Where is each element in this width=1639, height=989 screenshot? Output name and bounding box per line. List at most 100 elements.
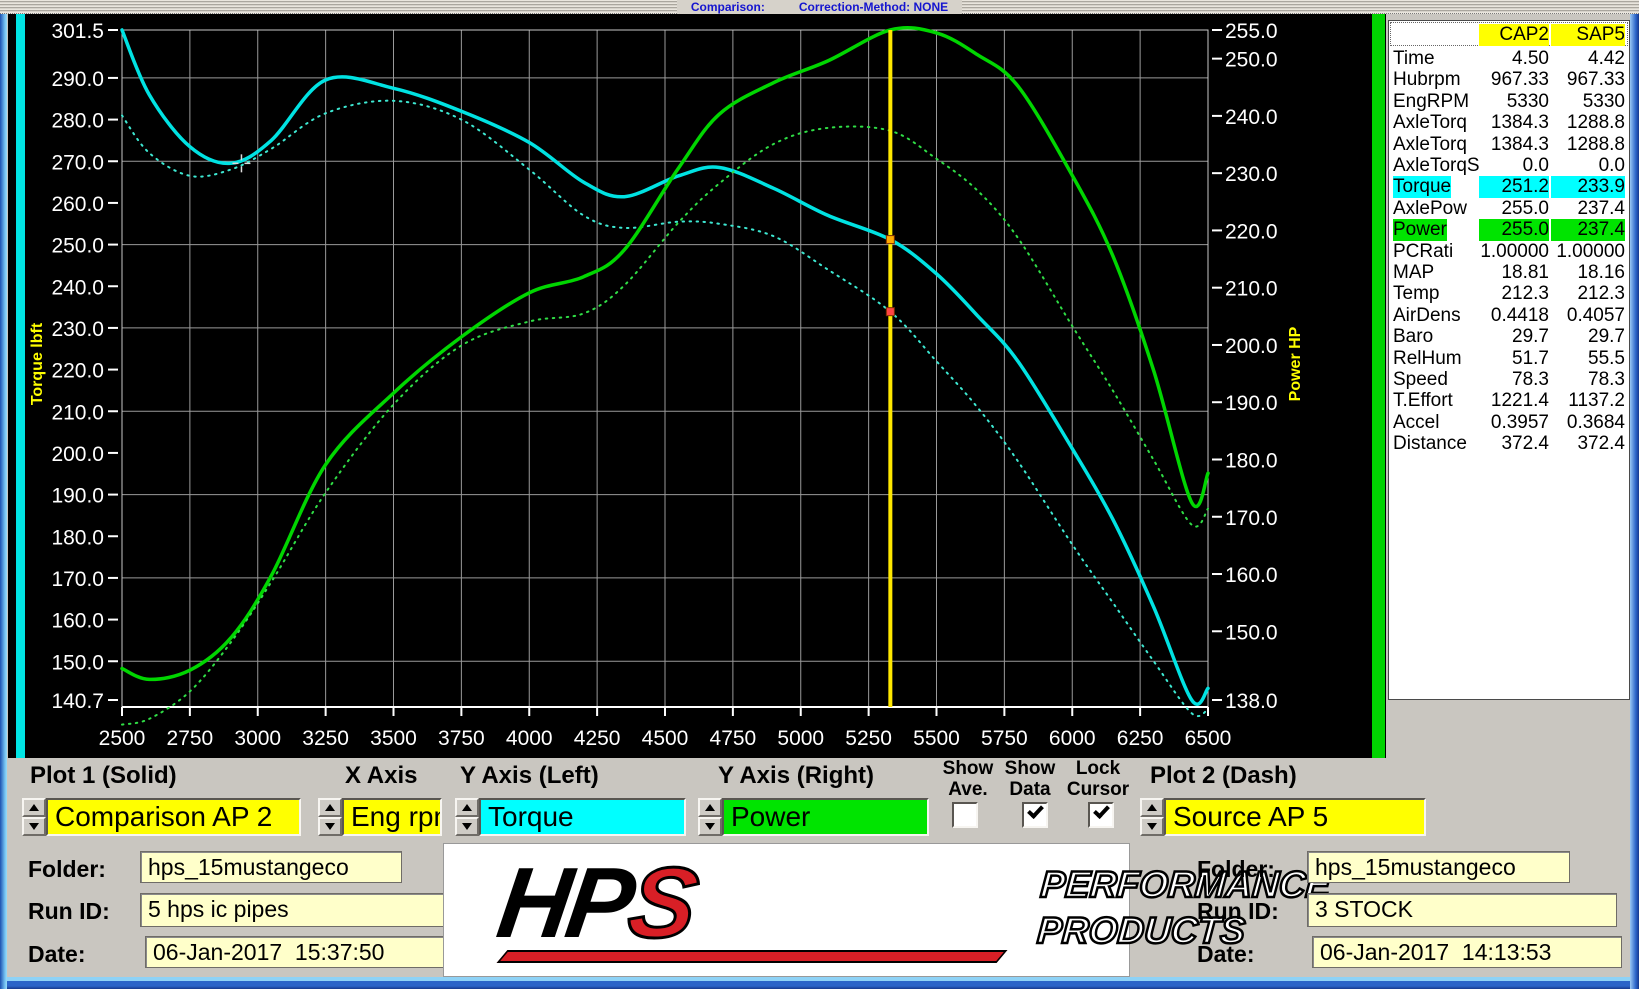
panel-row-label: EngRPM: [1393, 91, 1469, 113]
svg-text:2750: 2750: [167, 727, 214, 750]
panel-row-value-sap5: 0.4057: [1551, 305, 1625, 327]
run2-folder-field[interactable]: hps_15mustangeco: [1307, 851, 1570, 883]
show-ave-label: Show Ave.: [933, 758, 1003, 800]
run2-runid-label: Run ID:: [1197, 898, 1279, 925]
panel-row-value-cap2: 0.3957: [1479, 412, 1549, 434]
yright-spinner[interactable]: [698, 798, 722, 836]
svg-text:160.0: 160.0: [51, 610, 104, 633]
run2-runid-field[interactable]: 3 STOCK: [1307, 893, 1617, 927]
run1-date-field[interactable]: 06-Jan-2017 15:37:50: [145, 936, 450, 968]
panel-row-label: Accel: [1393, 412, 1439, 434]
svg-text:280.0: 280.0: [51, 110, 104, 133]
panel-row-label: AxleTorq: [1393, 134, 1467, 156]
panel-header-row: CAP2 SAP5: [1390, 22, 1628, 46]
show-ave-checkbox[interactable]: [952, 802, 978, 828]
plot2-spinner[interactable]: [1140, 798, 1164, 836]
down-arrow-icon: [462, 823, 472, 830]
plot1-spinner[interactable]: [22, 798, 46, 836]
svg-text:200.0: 200.0: [51, 443, 104, 466]
spinner-down-button[interactable]: [455, 817, 479, 836]
run2-date-field[interactable]: 06-Jan-2017 14:13:53: [1312, 936, 1622, 968]
yright-label: Y Axis (Right): [718, 762, 874, 790]
spinner-up-button[interactable]: [1140, 798, 1164, 817]
up-arrow-icon: [462, 804, 472, 811]
up-arrow-icon: [1147, 804, 1157, 811]
panel-row-value-sap5: 4.42: [1551, 48, 1625, 70]
spinner-down-button[interactable]: [1140, 817, 1164, 836]
checkmark-icon: [1093, 802, 1110, 819]
power-axis-color-strip: [1372, 14, 1385, 758]
run1-folder-field[interactable]: hps_15mustangeco: [140, 851, 402, 883]
svg-text:3250: 3250: [302, 727, 349, 750]
svg-text:230.0: 230.0: [1225, 163, 1278, 186]
xaxis-field[interactable]: Eng rpm: [342, 798, 442, 836]
lock-cursor-checkbox[interactable]: [1088, 802, 1114, 828]
panel-col1-header: CAP2: [1479, 24, 1549, 46]
yleft-field[interactable]: Torque: [479, 798, 686, 836]
svg-text:200.0: 200.0: [1225, 335, 1278, 358]
svg-text:260.0: 260.0: [51, 193, 104, 216]
panel-row-value-cap2: 51.7: [1479, 348, 1549, 370]
panel-row-value-cap2: 1384.3: [1479, 134, 1549, 156]
svg-text:3750: 3750: [438, 727, 485, 750]
spinner-up-button[interactable]: [698, 798, 722, 817]
svg-text:150.0: 150.0: [51, 651, 104, 674]
yleft-spinner[interactable]: [455, 798, 479, 836]
svg-text:190.0: 190.0: [1225, 392, 1278, 415]
svg-text:6000: 6000: [1049, 727, 1096, 750]
plot2-field[interactable]: Source AP 5: [1164, 798, 1426, 836]
panel-row-value-sap5: 78.3: [1551, 369, 1625, 391]
run2-date-label: Date:: [1197, 941, 1255, 968]
spinner-up-button[interactable]: [455, 798, 479, 817]
svg-text:301.5: 301.5: [51, 20, 104, 43]
svg-text:4000: 4000: [506, 727, 553, 750]
panel-row-label: AxleTorqS: [1393, 155, 1480, 177]
svg-text:270.0: 270.0: [51, 151, 104, 174]
panel-row-value-cap2: 0.0: [1479, 155, 1549, 177]
svg-text:3000: 3000: [234, 727, 281, 750]
window-border-left: [0, 14, 7, 989]
panel-row-value-cap2: 212.3: [1479, 283, 1549, 305]
svg-text:3500: 3500: [370, 727, 417, 750]
panel-row-value-sap5: 1288.8: [1551, 134, 1625, 156]
svg-text:170.0: 170.0: [1225, 507, 1278, 530]
show-data-checkbox[interactable]: [1022, 802, 1048, 828]
panel-scrollbar[interactable]: [1630, 14, 1639, 989]
svg-text:210.0: 210.0: [51, 401, 104, 424]
run1-runid-field[interactable]: 5 hps ic pipes: [140, 893, 478, 927]
svg-text:4250: 4250: [574, 727, 621, 750]
plot1-field[interactable]: Comparison AP 2: [46, 798, 301, 836]
svg-text:255.0: 255.0: [1225, 20, 1278, 43]
panel-row-value-cap2: 967.33: [1479, 69, 1549, 91]
panel-row: AxleTorq 1384.31288.8: [1391, 134, 1627, 155]
hps-logo: HPS PERFORMANCE PRODUCTS: [443, 843, 1130, 977]
yright-field[interactable]: Power: [722, 798, 929, 836]
panel-row-value-cap2: 1.00000: [1479, 241, 1549, 263]
svg-text:6500: 6500: [1185, 727, 1232, 750]
spinner-down-button[interactable]: [22, 817, 46, 836]
xaxis-spinner[interactable]: [318, 798, 342, 836]
panel-row-value-sap5: 1137.2: [1551, 390, 1625, 412]
run1-folder-label: Folder:: [28, 856, 106, 883]
panel-row-value-sap5: 1.00000: [1551, 241, 1625, 263]
spinner-up-button[interactable]: [318, 798, 342, 817]
svg-text:290.0: 290.0: [51, 68, 104, 91]
panel-row: Accel 0.39570.3684: [1391, 412, 1627, 433]
spinner-down-button[interactable]: [698, 817, 722, 836]
panel-row-value-sap5: 0.3684: [1551, 412, 1625, 434]
panel-row: PCRati1.000001.00000: [1391, 241, 1627, 262]
spinner-down-button[interactable]: [318, 817, 342, 836]
panel-row-value-cap2: 255.0: [1479, 219, 1549, 241]
panel-row-value-cap2: 4.50: [1479, 48, 1549, 70]
panel-row-label: Power: [1393, 219, 1447, 241]
down-arrow-icon: [1147, 823, 1157, 830]
panel-row-label: Baro: [1393, 326, 1433, 348]
down-arrow-icon: [325, 823, 335, 830]
panel-row-value-cap2: 1384.3: [1479, 112, 1549, 134]
spinner-up-button[interactable]: [22, 798, 46, 817]
run1-runid-label: Run ID:: [28, 898, 110, 925]
svg-text:220.0: 220.0: [51, 360, 104, 383]
dyno-chart[interactable]: 301.5290.0280.0270.0260.0250.0240.0230.0…: [28, 14, 1368, 758]
panel-row-label: Distance: [1393, 433, 1467, 455]
run2-folder-label: Folder:: [1197, 856, 1275, 883]
